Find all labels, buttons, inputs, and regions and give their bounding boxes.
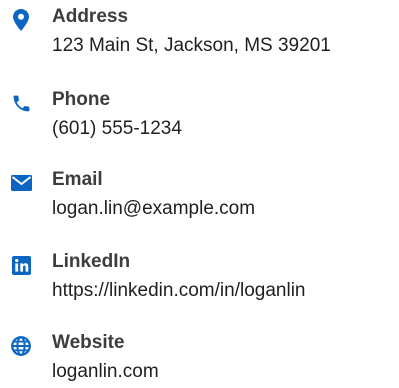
website-link[interactable]: loganlin.com [52, 360, 159, 384]
email-link[interactable]: logan.lin@example.com [52, 197, 255, 221]
contact-list: Address 123 Main St, Jackson, MS 39201 P… [0, 0, 399, 388]
phone-link[interactable]: (601) 555-1234 [52, 117, 182, 141]
phone-icon [10, 92, 32, 114]
contact-item-phone: Phone (601) 555-1234 [0, 89, 399, 159]
envelope-icon [10, 172, 32, 194]
contact-label: Email [52, 169, 103, 190]
contact-label: Address [52, 6, 129, 27]
contact-item-address: Address 123 Main St, Jackson, MS 39201 [0, 6, 399, 76]
contact-item-email: Email logan.lin@example.com [0, 169, 399, 239]
linkedin-icon [10, 254, 32, 276]
globe-icon [10, 335, 32, 357]
contact-label: LinkedIn [52, 251, 131, 272]
contact-item-website: Website loganlin.com [0, 332, 399, 388]
address-text: 123 Main St, Jackson, MS 39201 [52, 35, 331, 56]
map-pin-icon [10, 9, 32, 31]
contact-label: Phone [52, 89, 111, 110]
linkedin-link[interactable]: https://linkedin.com/in/loganlin [52, 279, 305, 303]
contact-label: Website [52, 332, 125, 353]
contact-item-linkedin: LinkedIn https://linkedin.com/in/loganli… [0, 251, 399, 321]
